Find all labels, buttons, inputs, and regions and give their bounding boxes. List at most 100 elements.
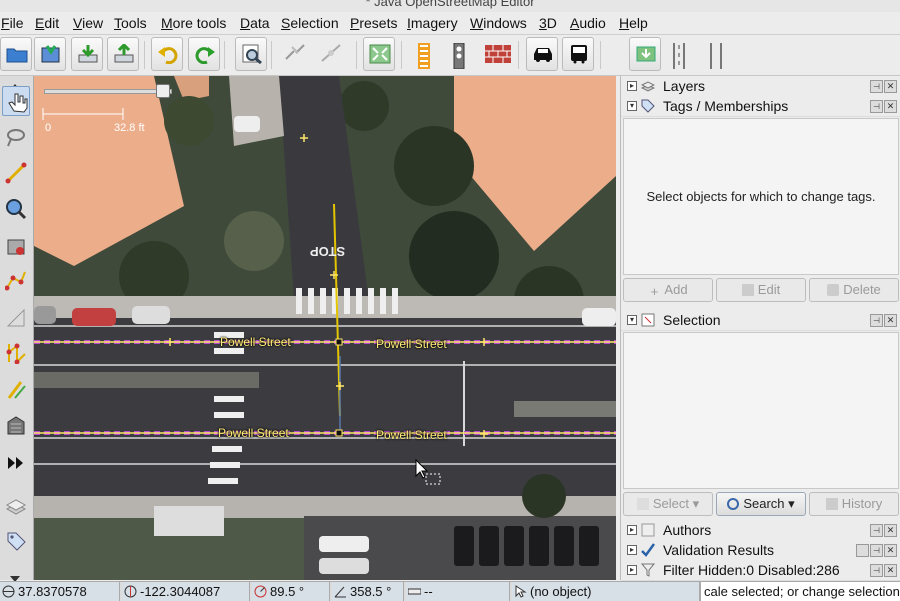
expand-toggle[interactable]: ▸ [627, 545, 637, 555]
select-cursor-icon [636, 498, 649, 510]
toggle-layers-button[interactable] [2, 492, 30, 522]
authors-panel-header[interactable]: ▸ Authors ⊣ ✕ [621, 520, 900, 541]
preset-lanes-button[interactable] [663, 37, 695, 71]
pin-icon[interactable]: ⊣ [870, 564, 883, 577]
zoom-mode-button[interactable] [2, 194, 30, 224]
split-way-button[interactable] [279, 37, 311, 71]
preset-car-button[interactable] [526, 37, 558, 71]
longitude-field: -122.3044087 [122, 582, 250, 601]
upload-button[interactable] [107, 37, 139, 71]
close-icon[interactable]: ✕ [884, 564, 897, 577]
tags-table[interactable]: Select objects for which to change tags. [623, 118, 899, 275]
layers-icon [641, 81, 655, 92]
scroll-up-arrow[interactable] [10, 78, 20, 90]
combine-way-button[interactable] [315, 37, 347, 71]
road-icon [710, 43, 722, 69]
toggle-tags-button[interactable] [2, 526, 30, 556]
zoom-fit-icon [369, 44, 391, 64]
expand-toggle[interactable]: ▸ [627, 525, 637, 535]
pin-icon[interactable]: ⊣ [870, 524, 883, 537]
stop-position-icon [636, 46, 656, 62]
menu-presets[interactable]: Presets [350, 15, 397, 31]
select-button[interactable]: Select ▾ [623, 492, 713, 516]
close-icon[interactable]: ✕ [884, 524, 897, 537]
layers-panel-header[interactable]: ▸ Layers ⊣ ✕ [621, 76, 900, 97]
more-tools-button[interactable] [2, 448, 30, 478]
open-file-button[interactable] [0, 37, 32, 71]
window-titlebar: * Java OpenStreetMap Editor [0, 0, 900, 12]
zoom-to-data-button[interactable] [363, 37, 395, 71]
menu-imagery[interactable]: Imagery [407, 15, 458, 31]
parallel-mode-button[interactable] [2, 266, 30, 296]
save-button[interactable] [34, 37, 66, 71]
delete-tag-button[interactable]: Delete [809, 278, 899, 302]
collapse-toggle[interactable]: ▾ [627, 315, 637, 325]
preset-road-button[interactable] [700, 37, 732, 71]
close-icon[interactable]: ✕ [884, 314, 897, 327]
selection-panel-header[interactable]: ▾ Selection ⊣ ✕ [621, 310, 900, 331]
menu-windows[interactable]: Windows [470, 15, 527, 31]
improve-way-mode-button[interactable] [2, 338, 30, 368]
expand-toggle[interactable]: ▸ [627, 565, 637, 575]
expand-toggle[interactable]: ▸ [627, 81, 637, 91]
filter-panel-header[interactable]: ▸ Filter Hidden:0 Disabled:286 ⊣ ✕ [621, 560, 900, 581]
download-button[interactable] [71, 37, 103, 71]
road-marking-text: STOP [310, 244, 346, 259]
pin-icon[interactable]: ⊣ [870, 314, 883, 327]
menu-selection[interactable]: Selection [281, 15, 339, 31]
checkmark-icon [641, 543, 655, 557]
history-button[interactable]: History [809, 492, 899, 516]
collapse-toggle[interactable]: ▾ [627, 101, 637, 111]
preset-stop-position-button[interactable] [629, 37, 661, 71]
draw-parallel-button[interactable] [2, 374, 30, 404]
preferences-button[interactable] [235, 37, 267, 71]
history-icon [825, 498, 838, 510]
zoom-icon [6, 199, 27, 220]
selection-list[interactable] [623, 332, 899, 489]
extrude-icon [6, 308, 25, 327]
add-tag-button[interactable]: + Add [623, 278, 713, 302]
crossing-icon [418, 43, 430, 69]
close-icon[interactable]: ✕ [884, 80, 897, 93]
map-view[interactable]: Powell Street Powell Street Powell Stree… [34, 76, 616, 580]
preset-bus-button[interactable] [562, 37, 594, 71]
building-tool-button[interactable] [2, 410, 30, 440]
toolbar-separator [271, 41, 272, 69]
zoom-slider-thumb[interactable] [156, 84, 170, 98]
zoom-slider-track[interactable] [44, 89, 172, 94]
pin-icon[interactable]: ⊣ [870, 100, 883, 113]
redo-button[interactable] [188, 37, 220, 71]
edit-tag-button[interactable]: Edit [716, 278, 806, 302]
menu-data[interactable]: Data [240, 15, 270, 31]
menu-more-tools[interactable]: More tools [161, 15, 226, 31]
settings-icon[interactable] [856, 544, 869, 557]
menu-help[interactable]: Help [619, 15, 648, 31]
menu-audio[interactable]: Audio [570, 15, 606, 31]
street-label: Powell Street [218, 426, 289, 440]
menu-tools[interactable]: Tools [114, 15, 147, 31]
menu-edit[interactable]: Edit [35, 15, 59, 31]
draw-mode-button[interactable] [2, 158, 30, 188]
improve-way-icon [6, 343, 26, 364]
validation-panel-header[interactable]: ▸ Validation Results ⊣ ✕ [621, 540, 900, 561]
extrude-mode-button[interactable] [2, 302, 30, 332]
menu-view[interactable]: View [73, 15, 103, 31]
undo-button[interactable] [151, 37, 183, 71]
search-button[interactable]: Search ▾ [716, 492, 806, 516]
panel-title: Tags / Memberships [663, 98, 789, 114]
scroll-down-arrow[interactable] [10, 570, 20, 582]
pin-icon[interactable]: ⊣ [870, 80, 883, 93]
select-mode-button[interactable] [2, 86, 30, 116]
preset-barrier-button[interactable] [480, 37, 512, 71]
lasso-mode-button[interactable] [2, 122, 30, 152]
preset-traffic-signals-button[interactable] [443, 37, 475, 71]
close-icon[interactable]: ✕ [884, 100, 897, 113]
tag-icon [641, 99, 655, 113]
close-icon[interactable]: ✕ [884, 544, 897, 557]
menu-file[interactable]: File [1, 15, 24, 31]
menu-3d[interactable]: 3D [539, 15, 557, 31]
preset-crossing-button[interactable] [408, 37, 440, 71]
delete-mode-button[interactable] [2, 230, 30, 260]
tags-panel-header[interactable]: ▾ Tags / Memberships ⊣ ✕ [621, 96, 900, 117]
pin-icon[interactable]: ⊣ [870, 544, 883, 557]
